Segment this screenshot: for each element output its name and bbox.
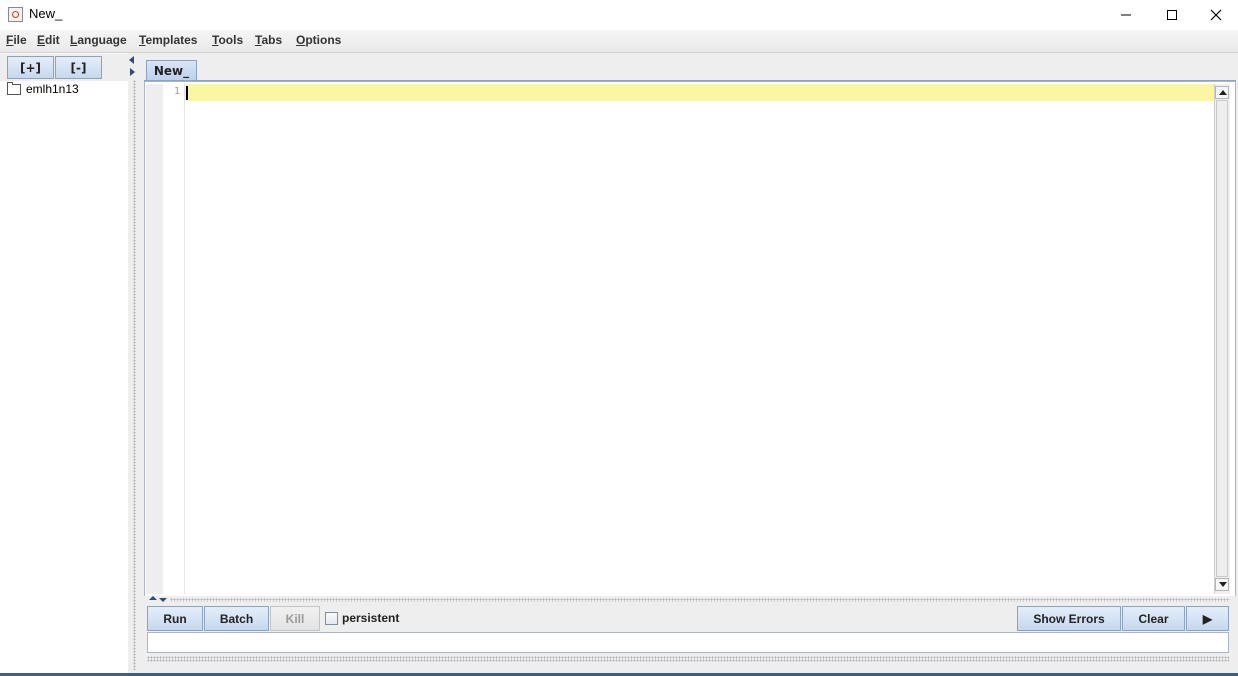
menu-bar: File Edit Language Templates Tools Tabs …: [0, 30, 1238, 53]
collapse-all-button[interactable]: [-]: [55, 56, 102, 79]
output-field[interactable]: [147, 632, 1229, 653]
clear-button[interactable]: Clear: [1122, 606, 1185, 631]
line-number: 1: [173, 86, 180, 97]
window-title: New_: [29, 6, 63, 21]
kill-button[interactable]: Kill: [270, 606, 320, 631]
persistent-label[interactable]: persistent: [342, 611, 399, 625]
menu-edit[interactable]: Edit: [37, 33, 60, 47]
text-caret: [186, 86, 188, 100]
split-down-arrow-icon[interactable]: [159, 598, 167, 602]
menu-options-label: ptions: [305, 33, 342, 47]
close-icon: [1210, 9, 1222, 21]
expand-all-button[interactable]: [+]: [7, 56, 54, 79]
bottom-splitter-grip[interactable]: [147, 656, 1229, 662]
persistent-checkbox[interactable]: [325, 612, 338, 625]
menu-edit-mnemonic: E: [37, 33, 46, 47]
scroll-down-icon[interactable]: [1215, 578, 1229, 591]
minimize-button[interactable]: [1103, 0, 1149, 30]
menu-file[interactable]: File: [6, 33, 27, 47]
splitter-grip[interactable]: [133, 80, 136, 670]
line-number-column: [163, 84, 185, 594]
folder-icon: [7, 82, 21, 95]
batch-button[interactable]: Batch: [204, 606, 269, 631]
close-button[interactable]: [1193, 0, 1238, 30]
title-bar: [0, 0, 1238, 30]
file-tree-panel: [0, 53, 129, 673]
java-icon: [8, 7, 23, 22]
tree-item-label[interactable]: emlh1n13: [26, 82, 79, 96]
maximize-icon: [1167, 10, 1177, 20]
maximize-button[interactable]: [1149, 0, 1195, 30]
scroll-up-icon[interactable]: [1215, 86, 1229, 99]
current-line-highlight[interactable]: [185, 84, 1214, 101]
menu-file-label: ile: [13, 33, 27, 47]
horizontal-splitter-grip[interactable]: [170, 598, 1230, 602]
minimize-icon: [1121, 14, 1131, 16]
menu-tabs-label: abs: [261, 33, 283, 47]
show-errors-button[interactable]: Show Errors: [1017, 606, 1121, 631]
run-button[interactable]: Run: [147, 606, 203, 631]
menu-templates-label: emplates: [145, 33, 198, 47]
menu-options[interactable]: Options: [296, 33, 341, 47]
expand-output-button[interactable]: ▶: [1186, 606, 1229, 631]
expand-right-arrow-icon[interactable]: [130, 68, 135, 76]
code-editor[interactable]: [144, 81, 1236, 597]
menu-templates[interactable]: Templates: [139, 33, 197, 47]
menu-tabs[interactable]: Tabs: [255, 33, 282, 47]
menu-edit-label: dit: [45, 33, 60, 47]
menu-tools[interactable]: Tools: [212, 33, 243, 47]
scrollbar-thumb[interactable]: [1216, 100, 1228, 577]
menu-language[interactable]: Language: [70, 33, 127, 47]
tab-new[interactable]: New_: [146, 60, 197, 81]
collapse-left-arrow-icon[interactable]: [129, 56, 134, 64]
editor-gutter: [146, 84, 163, 594]
menu-options-mnemonic: O: [296, 33, 306, 47]
split-up-arrow-icon[interactable]: [149, 596, 157, 600]
menu-tools-label: ools: [218, 33, 244, 47]
menu-language-label: anguage: [77, 33, 127, 47]
